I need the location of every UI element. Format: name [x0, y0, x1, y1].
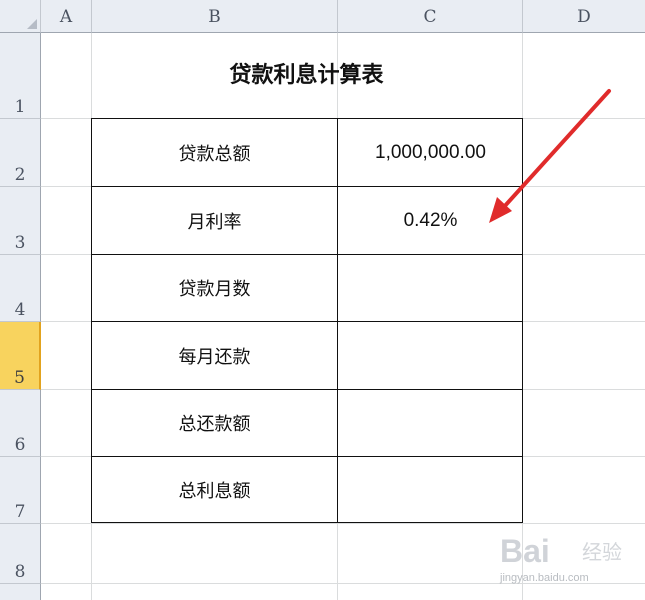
svg-text:Bai: Bai	[500, 533, 550, 569]
watermark-text: 经验	[582, 540, 622, 564]
baidu-jingyan-watermark: Bai 经验 jingyan.baidu.com	[500, 528, 640, 598]
watermark-url: jingyan.baidu.com	[500, 572, 589, 584]
baidu-logo-icon: Bai	[500, 533, 550, 569]
spreadsheet: A B C D 1 2 3 4 5 6 7 8 贷款利息计算表 贷款总额 1,0…	[0, 0, 645, 600]
red-arrow-icon	[489, 89, 611, 223]
